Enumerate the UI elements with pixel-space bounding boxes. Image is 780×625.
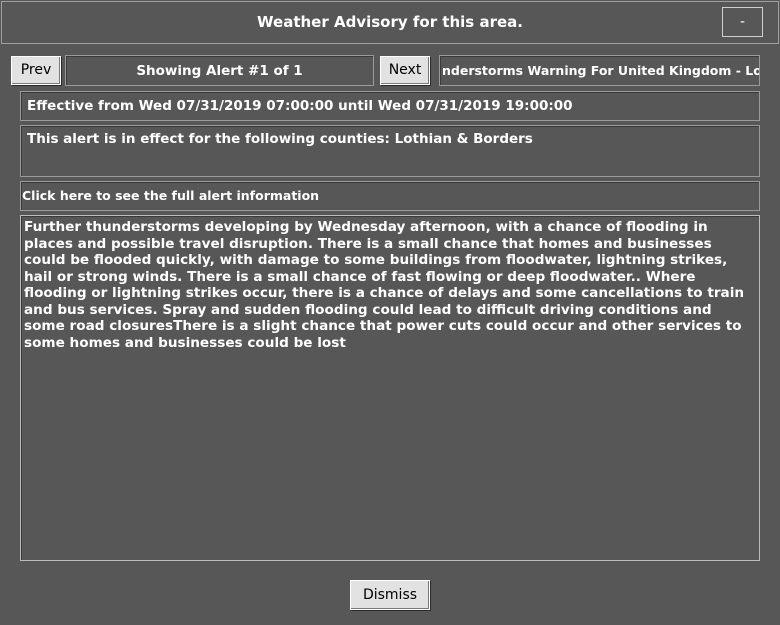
window-title: Weather Advisory for this area. (257, 13, 523, 31)
alert-title-text: nderstorms Warning For United Kingdom - … (442, 63, 759, 78)
next-button[interactable]: Next (380, 56, 430, 85)
prev-button[interactable]: Prev (11, 56, 61, 85)
alert-title-field: nderstorms Warning For United Kingdom - … (439, 55, 760, 86)
affected-counties: This alert is in effect for the followin… (20, 125, 760, 177)
minimize-button[interactable]: - (722, 7, 763, 37)
alert-description: Further thunderstorms developing by Wedn… (20, 215, 760, 561)
effective-dates: Effective from Wed 07/31/2019 07:00:00 u… (20, 91, 760, 121)
alert-description-text: Further thunderstorms developing by Wedn… (24, 219, 745, 351)
full-alert-link-text[interactable]: Click here to see the full alert informa… (22, 188, 319, 203)
effective-dates-text: Effective from Wed 07/31/2019 07:00:00 u… (27, 98, 573, 114)
alert-counter: Showing Alert #1 of 1 (65, 55, 374, 86)
dismiss-button[interactable]: Dismiss (350, 580, 430, 610)
alert-counter-text: Showing Alert #1 of 1 (136, 63, 303, 79)
full-alert-link[interactable]: Click here to see the full alert informa… (20, 181, 760, 211)
affected-counties-text: This alert is in effect for the followin… (27, 131, 533, 147)
